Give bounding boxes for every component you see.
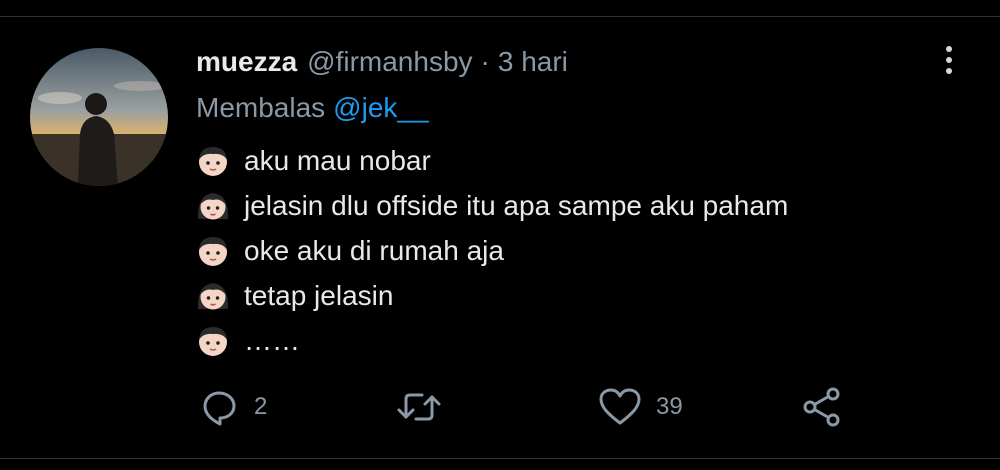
retweet-icon [397, 393, 441, 421]
more-options-icon[interactable] [936, 40, 962, 80]
tweet-line-text: …… [244, 324, 300, 356]
tweet-header: muezza @firmanhsby · 3 hari [196, 42, 568, 82]
top-divider [0, 16, 1000, 17]
reply-button[interactable]: 2 [200, 384, 267, 430]
action-bar: 2 39 [196, 384, 896, 430]
boy-face-icon [199, 146, 227, 176]
tweet-line: oke aku di rumah aja [196, 228, 788, 273]
tweet-line: …… [196, 318, 788, 363]
retweet-button[interactable] [396, 384, 456, 430]
girl-face-icon [197, 192, 229, 219]
boy-face-icon [199, 236, 227, 266]
boy-face-icon [199, 326, 227, 356]
separator-dot: · [480, 46, 490, 77]
like-count: 39 [656, 393, 683, 420]
reply-count: 2 [254, 393, 268, 420]
share-icon [803, 387, 840, 427]
tweet-line-text: tetap jelasin [244, 279, 394, 311]
reply-icon [203, 391, 236, 426]
reply-context: Membalas @jek__ [196, 88, 429, 128]
display-name[interactable]: muezza [196, 46, 297, 78]
tweet-text: aku mau nobar jelasin dlu offside itu ap… [196, 138, 788, 363]
share-button[interactable] [800, 384, 844, 430]
tweet-line-text: aku mau nobar [244, 144, 431, 176]
avatar-photo [30, 48, 168, 186]
tweet-line-text: jelasin dlu offside itu apa sampe aku pa… [244, 189, 789, 221]
heart-icon [599, 388, 641, 425]
bottom-divider [0, 458, 1000, 459]
tweet-line: aku mau nobar [196, 138, 788, 183]
tweet-line: jelasin dlu offside itu apa sampe aku pa… [196, 183, 788, 228]
like-button[interactable]: 39 [598, 384, 683, 430]
girl-face-icon [197, 282, 229, 309]
tweet-line-text: oke aku di rumah aja [244, 234, 504, 266]
reply-label: Membalas [196, 92, 326, 123]
avatar[interactable] [30, 48, 168, 186]
reply-mention-link[interactable]: @jek__ [333, 92, 428, 124]
user-handle[interactable]: @firmanhsby [307, 46, 472, 78]
tweet-line: tetap jelasin [196, 273, 788, 318]
timestamp[interactable]: 3 hari [498, 46, 568, 78]
